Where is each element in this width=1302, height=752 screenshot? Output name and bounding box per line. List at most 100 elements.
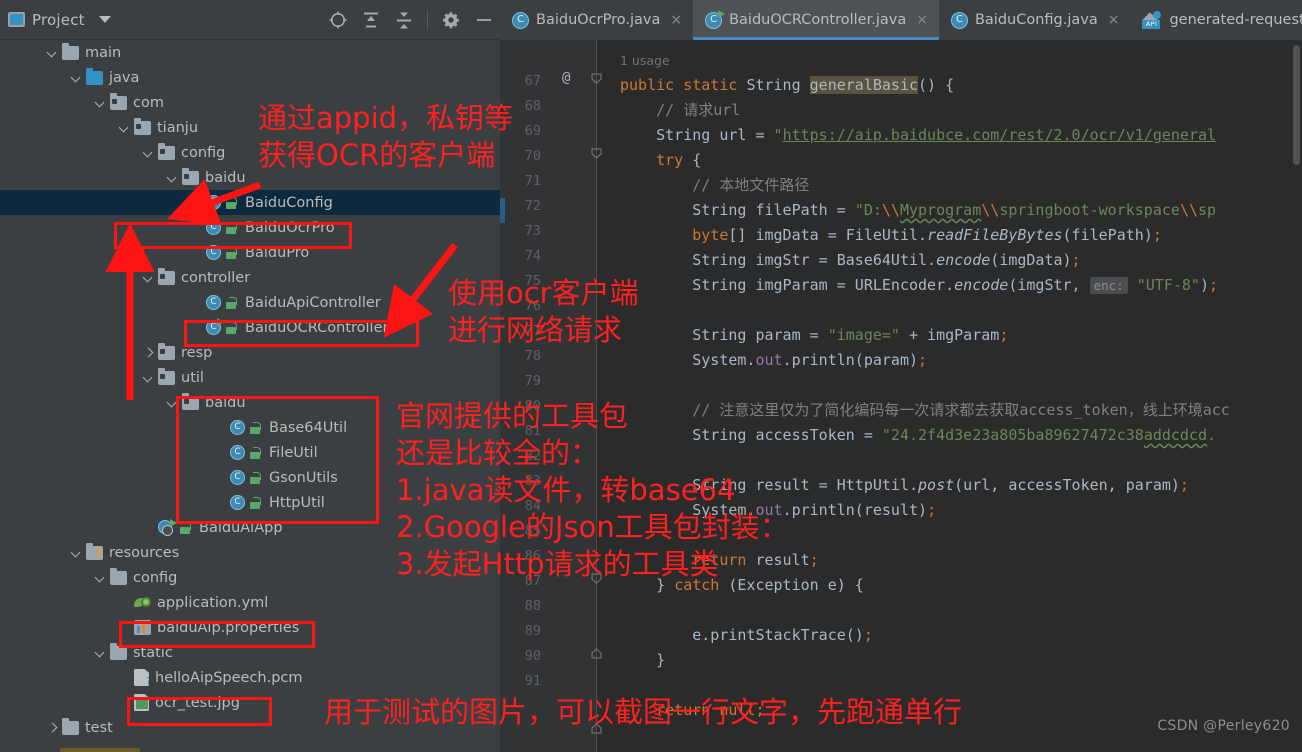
code-line-87: e.printStackTrace(); bbox=[620, 626, 873, 644]
tree-item-label: BaiduApiController bbox=[245, 294, 381, 311]
java-class-icon: C bbox=[512, 11, 529, 29]
usage-hint[interactable]: 1 usage bbox=[620, 48, 670, 73]
tree-item-com[interactable]: com bbox=[0, 90, 500, 115]
code-line-85: return result; bbox=[620, 551, 819, 569]
chevron-down-icon[interactable] bbox=[94, 646, 107, 659]
tree-item-label: Base64Util bbox=[269, 419, 348, 436]
tree-item-baidupro[interactable]: C BaiduPro bbox=[0, 240, 500, 265]
chevron-down-icon[interactable] bbox=[98, 16, 111, 23]
tree-item-baiduaiapp[interactable]: BaiduAiApp bbox=[0, 515, 500, 540]
chevron-down-icon[interactable] bbox=[166, 396, 179, 409]
tree-item-main[interactable]: main bbox=[0, 40, 500, 65]
lock-icon bbox=[224, 196, 238, 210]
chevron-down-icon[interactable] bbox=[94, 96, 107, 109]
tree-item-java[interactable]: java bbox=[0, 65, 500, 90]
line-number-70: 70 bbox=[524, 148, 541, 164]
tree-item-config[interactable]: config bbox=[0, 140, 500, 165]
chevron-down-icon[interactable] bbox=[46, 46, 59, 59]
tree-item-fileutil[interactable]: C FileUtil bbox=[0, 440, 500, 465]
chevron-down-icon[interactable] bbox=[70, 546, 83, 559]
code-line-67: public static String generalBasic() { bbox=[620, 76, 955, 94]
tree-item-resp[interactable]: resp bbox=[0, 340, 500, 365]
line-number-88: 88 bbox=[524, 598, 541, 614]
chevron-down-icon[interactable] bbox=[142, 371, 155, 384]
tree-item-baiduconfig[interactable]: C BaiduConfig bbox=[0, 190, 500, 215]
locate-icon[interactable] bbox=[328, 10, 348, 30]
java-class-icon: C bbox=[206, 220, 221, 235]
tab-baiduconfig[interactable]: C BaiduConfig.java × bbox=[939, 0, 1131, 40]
line-number-71: 71 bbox=[524, 173, 541, 189]
line-number-69: 69 bbox=[524, 123, 541, 139]
tree-item-baidu[interactable]: baidu bbox=[0, 390, 500, 415]
chevron-right-icon[interactable] bbox=[142, 346, 155, 359]
editor-gutter[interactable]: 67 68 69 70 71 72 73 74 75 76 77 78 79 80 81 82 83 84 85 86… bbox=[500, 40, 602, 752]
package-folder-icon bbox=[158, 367, 175, 385]
chevron-down-icon[interactable] bbox=[166, 171, 179, 184]
tree-item-gsonutils[interactable]: C GsonUtils bbox=[0, 465, 500, 490]
chevron-down-icon[interactable] bbox=[142, 271, 155, 284]
code-content[interactable]: 1 usage public static String generalBasi… bbox=[597, 40, 1302, 752]
tree-item-httputil[interactable]: C HttpUtil bbox=[0, 490, 500, 515]
java-class-icon: C bbox=[206, 295, 221, 310]
lock-icon bbox=[248, 446, 262, 460]
chevron-down-icon[interactable] bbox=[142, 146, 155, 159]
folder-icon bbox=[110, 642, 127, 660]
line-number-73: 73 bbox=[524, 223, 541, 239]
java-class-icon: C bbox=[230, 420, 245, 435]
code-line-86: } catch (Exception e) { bbox=[620, 576, 864, 594]
tab-close-icon[interactable]: × bbox=[670, 13, 682, 27]
collapse-all-icon[interactable] bbox=[394, 10, 414, 30]
tree-item-label: java bbox=[109, 69, 140, 86]
project-tree[interactable]: main java com tianju config baidu C BaiduConfig… bbox=[0, 40, 500, 752]
tab-baiduocrpro[interactable]: C BaiduOcrPro.java × bbox=[500, 0, 693, 40]
chevron-down-icon[interactable] bbox=[118, 121, 131, 134]
code-line-84: System.out.println(result); bbox=[620, 501, 937, 519]
line-number-67: 67 bbox=[524, 73, 541, 89]
tree-item-resources[interactable]: resources bbox=[0, 540, 500, 565]
tree-item-tianju[interactable]: tianju bbox=[0, 115, 500, 140]
tree-item-helloaipspeech-pcm[interactable]: ? helloAipSpeech.pcm bbox=[0, 665, 500, 690]
chevron-down-icon[interactable] bbox=[70, 71, 83, 84]
tab-close-icon[interactable]: × bbox=[1108, 13, 1120, 27]
tab-baiduocrcontroller[interactable]: C BaiduOCRController.java × bbox=[693, 0, 939, 40]
code-line-75: String imgParam = URLEncoder.encode(imgS… bbox=[620, 276, 1219, 294]
bottom-strip bbox=[0, 748, 500, 752]
editor-scrollbar[interactable] bbox=[1290, 40, 1302, 752]
scrollbar-thumb[interactable] bbox=[1293, 45, 1300, 165]
line-number-85: 85 bbox=[524, 523, 541, 539]
ide-window: Project C BaiduOcrPro.java × C BaiduOCRC… bbox=[0, 0, 1302, 752]
tree-item-label: config bbox=[133, 569, 178, 586]
tree-item-baidu[interactable]: baidu bbox=[0, 165, 500, 190]
project-panel-toolbar bbox=[328, 9, 500, 30]
tree-item-baiduocrpro[interactable]: C BaiduOcrPro bbox=[0, 215, 500, 240]
tree-item-test[interactable]: test bbox=[0, 715, 500, 740]
line-number-77: 77 bbox=[524, 323, 541, 339]
tree-item-application-yml[interactable]: application.yml bbox=[0, 590, 500, 615]
tree-item-util[interactable]: util bbox=[0, 365, 500, 390]
tab-close-icon[interactable]: × bbox=[916, 13, 928, 27]
chevron-right-icon[interactable] bbox=[46, 721, 59, 734]
tree-item-baiduapicontroller[interactable]: C BaiduApiController bbox=[0, 290, 500, 315]
line-number-83: 83 bbox=[524, 473, 541, 489]
tab-generated-requests[interactable]: API generated-requests. bbox=[1130, 0, 1302, 40]
tree-item-baiduocrcontroller[interactable]: C BaiduOCRController bbox=[0, 315, 500, 340]
tree-item-ocr-test-jpg[interactable]: ocr_test.jpg bbox=[0, 690, 500, 715]
tree-item-controller[interactable]: controller bbox=[0, 265, 500, 290]
settings-gear-icon[interactable] bbox=[441, 10, 461, 30]
caret-line-marker bbox=[500, 198, 505, 223]
tab-label: generated-requests. bbox=[1169, 12, 1302, 28]
chevron-down-icon[interactable] bbox=[94, 571, 107, 584]
tree-item-base64util[interactable]: C Base64Util bbox=[0, 415, 500, 440]
tree-item-baiduaip-properties[interactable]: baiduAip.properties bbox=[0, 615, 500, 640]
line-number-91: 91 bbox=[524, 673, 541, 689]
tree-item-config[interactable]: config bbox=[0, 565, 500, 590]
tab-label: BaiduOcrPro.java bbox=[536, 12, 661, 28]
expand-all-icon[interactable] bbox=[361, 10, 381, 30]
tree-item-static[interactable]: static bbox=[0, 640, 500, 665]
code-editor[interactable]: 67 68 69 70 71 72 73 74 75 76 77 78 79 80 81 82 83 84 85 86… bbox=[500, 40, 1302, 752]
minimize-icon[interactable] bbox=[474, 10, 494, 30]
